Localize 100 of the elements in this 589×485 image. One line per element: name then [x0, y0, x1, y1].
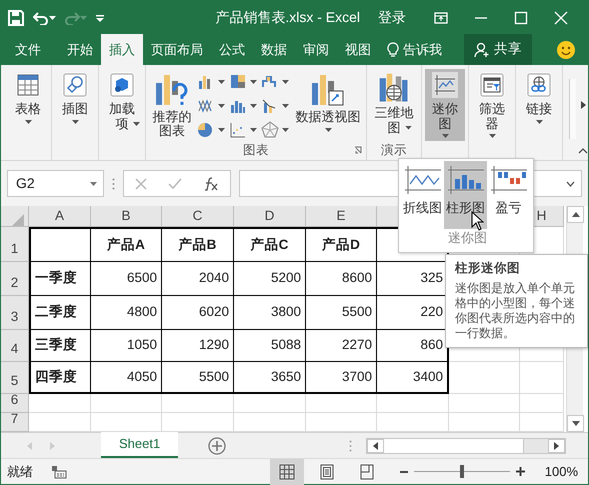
table-cell: 2270	[306, 330, 377, 362]
grid-cell	[162, 394, 234, 413]
cell-reference: G2	[16, 174, 35, 193]
column-header: D	[234, 206, 306, 227]
ribbon-tab[interactable]: 文件	[7, 34, 59, 65]
tell-me-button[interactable]: 告诉我	[379, 34, 450, 65]
tooltip-title: 柱形迷你图	[455, 261, 521, 277]
collapse-ribbon-icon[interactable]	[578, 148, 588, 154]
maximize-icon[interactable]	[514, 10, 528, 24]
zoom-level[interactable]: 100%	[544, 462, 578, 482]
table-cell: 8600	[306, 262, 377, 296]
group-label: 演示	[381, 143, 407, 157]
row-header: 5	[1, 362, 29, 394]
radar-chart-icon	[261, 121, 279, 139]
normal-view-button[interactable]	[270, 458, 304, 484]
recommended-button[interactable]: 推荐的图表	[149, 69, 195, 141]
ribbon-tab[interactable]: 页面布局	[143, 34, 211, 65]
person-add-icon	[474, 42, 490, 58]
column-header: B	[91, 206, 162, 227]
sheet-tab[interactable]: Sheet1	[101, 432, 178, 458]
undo-button[interactable]	[33, 10, 56, 24]
pie-chart-icon	[197, 121, 215, 139]
row-header: 7	[1, 413, 29, 432]
table-cell: 3650	[234, 362, 306, 394]
scroll-up-icon[interactable]	[572, 212, 580, 217]
grid-cell	[306, 394, 377, 413]
row-header: 4	[1, 330, 29, 362]
save-icon[interactable]	[7, 8, 25, 26]
table-cell: 产品C	[234, 227, 306, 262]
smiley-icon[interactable]	[556, 40, 576, 60]
column-sparkline-option[interactable]: 柱形图	[444, 161, 487, 229]
scroll-right-icon[interactable]	[580, 101, 586, 109]
table-cell: 四季度	[29, 362, 91, 394]
hierarchy-chart-icon	[229, 73, 247, 91]
grid-cell	[234, 394, 306, 413]
menu-group-label: 迷你图	[447, 229, 488, 247]
caret-icon	[24, 120, 32, 124]
slider-thumb[interactable]	[460, 465, 464, 478]
table-button[interactable]: 表格	[8, 69, 48, 141]
grip-icon	[112, 178, 115, 190]
line-sparkline-option[interactable]: 折线图	[401, 161, 444, 229]
insert-function-icon[interactable]	[203, 176, 220, 190]
row-header: 2	[1, 262, 29, 296]
caret-icon	[442, 134, 448, 138]
table-cell: 5500	[162, 362, 234, 394]
zoom-in-icon[interactable]	[516, 467, 525, 476]
name-box[interactable]: G2	[7, 170, 104, 197]
table-cell: 3700	[306, 362, 377, 394]
ribbon-tab[interactable]: 审阅	[295, 34, 337, 65]
scroll-left-icon[interactable]	[373, 442, 378, 450]
ribbon-tab[interactable]: 公式	[211, 34, 253, 65]
expand-icon[interactable]	[566, 180, 575, 186]
link-button[interactable]: 链接	[519, 69, 559, 141]
ribbon-tab[interactable]: 视图	[337, 34, 379, 65]
sign-in-link[interactable]: 登录	[378, 7, 406, 28]
page-break-icon	[358, 464, 375, 480]
page-layout-icon	[318, 464, 335, 480]
table-cell: 三季度	[29, 330, 91, 362]
scroll-right-icon[interactable]	[554, 442, 559, 450]
slicer-icon	[478, 71, 506, 99]
table-cell: 5088	[234, 330, 306, 362]
grid-cell	[29, 227, 91, 262]
ribbon-tab[interactable]: 开始	[59, 34, 101, 65]
share-button[interactable]: 共享	[464, 34, 532, 65]
caret-icon	[282, 104, 289, 108]
ribbon-tab[interactable]: 数据	[253, 34, 295, 65]
pivot-button[interactable]: 数据透视图	[293, 69, 363, 141]
caret-icon	[72, 120, 78, 124]
column-header: C	[162, 206, 234, 227]
caret-icon	[324, 128, 332, 132]
column-sparkline-icon	[446, 164, 486, 194]
map3d-button[interactable]: 三维地图	[370, 69, 418, 141]
table-cell: 5500	[306, 296, 377, 330]
macro-record-icon[interactable]	[51, 464, 67, 478]
table-cell: 4050	[91, 362, 162, 394]
sparklines-button[interactable]: 迷你图	[425, 69, 465, 141]
cube-icon	[108, 71, 136, 99]
ribbon-tab[interactable]: 插入	[101, 34, 143, 65]
dialog-launcher-icon[interactable]	[354, 146, 362, 154]
table-cell: 3400	[377, 362, 449, 394]
table-cell: 3800	[234, 296, 306, 330]
caret-icon	[282, 80, 289, 84]
filter-button[interactable]: 筛选器	[472, 69, 512, 141]
table-cell: 1290	[162, 330, 234, 362]
table-cell: 产品B	[162, 227, 234, 262]
grid-cell	[449, 394, 520, 413]
undo-icon	[33, 10, 49, 24]
table-cell: 产品A	[91, 227, 162, 262]
addin-button[interactable]: 加载项	[102, 69, 142, 141]
add-sheet-icon[interactable]	[208, 436, 226, 454]
ribbon-display-icon[interactable]	[434, 12, 448, 24]
table-cell: 5200	[234, 262, 306, 296]
horizontal-scrollbar[interactable]	[366, 438, 566, 454]
close-icon[interactable]	[554, 10, 568, 24]
table-cell: 二季度	[29, 296, 91, 330]
customize-icon[interactable]	[95, 12, 105, 22]
caret-icon	[250, 128, 257, 132]
shapes-button[interactable]: 插图	[55, 69, 95, 141]
scroll-down-icon[interactable]	[572, 421, 580, 426]
caret-icon	[218, 104, 225, 108]
